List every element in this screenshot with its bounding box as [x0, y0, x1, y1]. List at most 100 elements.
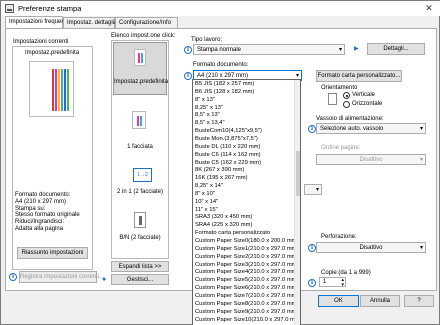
dropdown-option[interactable]: Formato carta personalizzato [195, 230, 270, 236]
perforation-select[interactable]: Disattivo ▾ [316, 242, 426, 253]
current-preset-name: Impostaz.predefinita [25, 50, 80, 56]
chevron-down-icon: ▾ [338, 47, 342, 53]
two-in-one-icon: 1→2 [133, 168, 152, 182]
tab-detailed-settings[interactable]: Impostaz. dettagliate [63, 17, 122, 28]
doc-size-dropdown-list[interactable]: B5 JIS (182 x 257 mm) B6 JIS (128 x 182 m… [192, 79, 301, 325]
register-current-settings-button[interactable]: Registra impostazioni correnti... [19, 271, 104, 283]
expand-list-button[interactable]: Espandi lista >> [111, 261, 169, 272]
custom-paper-size-button[interactable]: Formato carta personalizzato... [316, 70, 402, 82]
orientation-landscape-label: Orizzontale [352, 101, 383, 107]
partial-select[interactable]: ▾ [304, 184, 322, 195]
bw-duplex-icon [134, 212, 146, 228]
dropdown-option[interactable]: Custom Paper Size2(210.0 x 297.0 mm) [195, 254, 298, 260]
dropdown-option[interactable]: 8,25" x 14" [195, 183, 223, 189]
chevron-down-icon: ▾ [419, 245, 423, 251]
info-icon: i [308, 279, 316, 287]
perforation-value: Disattivo [359, 245, 383, 251]
dropdown-option[interactable]: Custom Paper Size7(210.0 x 297.0 mm) [195, 293, 298, 299]
chevron-down-icon: ▾ [419, 157, 423, 163]
cancel-button[interactable]: Annulla [360, 295, 400, 307]
job-type-label: Tipo lavoro: [191, 37, 223, 43]
dropdown-option[interactable]: Custom Paper Size5(210.0 x 297.0 mm) [195, 277, 298, 283]
dropdown-scrollbar[interactable] [294, 80, 300, 325]
current-settings-box: Impostaz.predefinita Formato documento: … [12, 46, 93, 270]
orientation-portrait-label: Verticale [352, 92, 376, 98]
dropdown-option[interactable]: Custom Paper Size3(210.0 x 297.0 mm) [195, 262, 298, 268]
chevron-down-icon: ▾ [419, 126, 423, 132]
dropdown-option[interactable]: Custom Paper Size9(210.0 x 297.0 mm) [195, 309, 298, 315]
orientation-label: Orientamento [321, 85, 358, 91]
dropdown-option[interactable]: 8K (267 x 390 mm) [195, 167, 244, 173]
summary-line: Stampa su: [15, 205, 46, 212]
title-bar: Preferenze stampa ✕ [1, 1, 440, 16]
presets-heading: Elenco impost.one click: [111, 33, 176, 39]
presets-list[interactable]: Impostaz.predefinita 1 facciata 1→2 2 in… [111, 40, 169, 259]
perforation-label: Perforazione: [321, 234, 357, 240]
manage-button[interactable]: Gestisci... [111, 274, 169, 285]
input-tray-select[interactable]: Selezione auto. vassoio ▾ [316, 123, 426, 134]
dropdown-option[interactable]: 8" x 13" [195, 97, 215, 103]
dropdown-option[interactable]: Buste Mon.(3,875"x7,5") [195, 136, 258, 142]
printer-arrow-icon: ▶ [354, 46, 359, 52]
dropdown-option[interactable]: 11" x 15" [195, 207, 218, 213]
summary-line: A4 (210 x 297 mm) [15, 198, 67, 205]
help-button[interactable]: ? [404, 295, 434, 307]
info-icon: i [308, 244, 316, 252]
dropdown-option[interactable]: SRA4 (225 x 320 mm) [195, 222, 252, 228]
dropdown-option[interactable]: Custom Paper Size6(210.0 x 297.0 mm) [195, 285, 298, 291]
tab-frequent-settings[interactable]: Impostazioni frequenti [5, 16, 68, 28]
info-icon: i [184, 72, 192, 80]
printer-icon [5, 4, 14, 13]
dropdown-option[interactable]: SRA3 (320 x 450 mm) [195, 214, 252, 220]
current-settings-heading: Impostazioni correnti [13, 39, 69, 45]
page-preview-icon [29, 61, 74, 117]
dropdown-option[interactable]: Buste C6 (114 x 162 mm) [195, 152, 261, 158]
copies-stepper[interactable]: 1 ▴ ▾ [319, 277, 346, 289]
close-icon[interactable]: ✕ [421, 2, 437, 15]
dropdown-option[interactable]: 8,25" x 13" [195, 105, 223, 111]
dropdown-option[interactable]: Custom Paper Size10(210.0 x 297.0 mm) [195, 317, 300, 323]
dropdown-option[interactable]: Buste C5 (162 x 229 mm) [195, 160, 261, 166]
dropdown-option[interactable]: 8,5" x 13" [195, 112, 220, 118]
tray-value: Selezione auto. vassoio [320, 126, 384, 132]
job-type-select[interactable]: Stampa normale ▾ [193, 44, 345, 55]
tab-configuration-info[interactable]: Configurazione/Info [115, 17, 178, 28]
dropdown-option[interactable]: 10" x 14" [195, 199, 218, 205]
page-order-label: Ordine pagine: [321, 145, 361, 151]
orientation-portrait-radio[interactable] [343, 92, 350, 99]
dropdown-option[interactable]: Custom Paper Size8(210.0 x 297.0 mm) [195, 301, 298, 307]
dropdown-option[interactable]: 8,5" x 13,4" [195, 120, 225, 126]
info-icon: i [9, 273, 17, 281]
user-icon: ● [102, 276, 107, 283]
preset-item-2[interactable]: 2 in 1 (2 facciate) [112, 189, 168, 195]
preset-item-1[interactable]: 1 facciata [112, 144, 168, 150]
summary-line: Adatta alla pagina [15, 225, 64, 232]
summary-line: Stesso formato originale [15, 212, 80, 219]
dropdown-option[interactable]: BusteCom10(4,125"x9,5") [195, 128, 262, 134]
ok-button[interactable]: OK [318, 295, 359, 307]
page-order-select[interactable]: Disattivo ▾ [316, 154, 426, 165]
dropdown-option[interactable]: Custom Paper Size1(210.0 x 297.0 mm) [195, 246, 298, 252]
dropdown-option[interactable]: B6 JIS (128 x 182 mm) [195, 89, 254, 95]
dropdown-option[interactable]: 16K (195 x 267 mm) [195, 175, 248, 181]
details-button[interactable]: Dettagli... [367, 43, 425, 55]
scrollbar-thumb[interactable] [296, 151, 300, 196]
settings-summary: Formato documento: A4 (210 x 297 mm) Sta… [15, 192, 80, 233]
page-icon [134, 49, 146, 66]
spinner-down-icon[interactable]: ▾ [341, 281, 344, 289]
page-order-value: Disattivo [359, 157, 383, 163]
dropdown-option[interactable]: Custom Paper Size0(180.0 x 200.0 mm) [195, 238, 298, 244]
chevron-down-icon: ▾ [315, 187, 319, 193]
preset-label: Impostaz.predefinita [114, 79, 169, 85]
dropdown-option[interactable]: Custom Paper Size4(210.0 x 297.0 mm) [195, 269, 298, 275]
summary-settings-button[interactable]: Riassunto impostazioni [17, 247, 88, 259]
dropdown-option[interactable]: 8" x 10" [195, 191, 215, 197]
print-preferences-window: Preferenze stampa ✕ Impostazioni frequen… [0, 0, 440, 325]
preset-item-3[interactable]: B/N (2 facciate) [112, 235, 168, 241]
dropdown-option[interactable]: B5 JIS (182 x 257 mm) [195, 81, 254, 87]
window-title: Preferenze stampa [18, 4, 82, 13]
dropdown-option[interactable]: Buste DL (110 x 220 mm) [195, 144, 260, 150]
orientation-landscape-radio[interactable] [343, 101, 350, 108]
summary-line: Riduci/Ingrandisci: [15, 219, 65, 226]
preset-item-selected[interactable]: Impostaz.predefinita [113, 42, 169, 95]
